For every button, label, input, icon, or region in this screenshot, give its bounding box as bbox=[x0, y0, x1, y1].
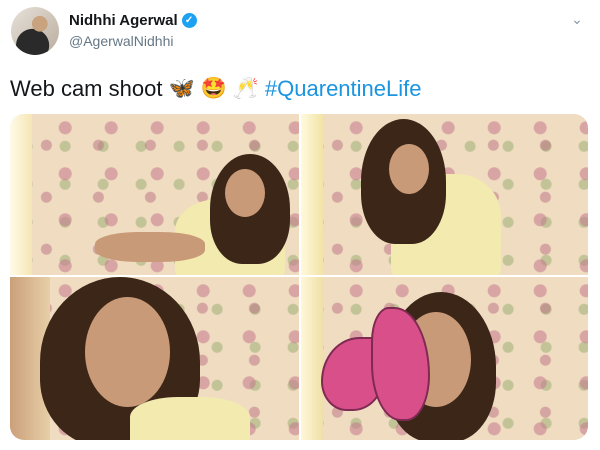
butterfly-emoji: 🦋 bbox=[168, 77, 195, 100]
tweet-text: Web cam shoot 🦋 🤩 🥂 #QuarentineLife bbox=[10, 76, 421, 102]
clinking-glasses-emoji: 🥂 bbox=[232, 77, 259, 100]
verified-badge-icon: ✓ bbox=[181, 13, 197, 28]
photo-2[interactable] bbox=[301, 114, 588, 275]
tweet-card: Nidhhi Agerwal ✓ @AgerwalNidhhi ⌄ Web ca… bbox=[0, 0, 600, 450]
hashtag-link[interactable]: #QuarentineLife bbox=[265, 76, 422, 102]
user-handle[interactable]: @AgerwalNidhhi bbox=[69, 33, 173, 49]
chevron-down-icon[interactable]: ⌄ bbox=[569, 11, 585, 27]
photo-4[interactable] bbox=[301, 277, 588, 440]
author-row: Nidhhi Agerwal ✓ bbox=[69, 12, 197, 29]
star-struck-emoji: 🤩 bbox=[200, 77, 227, 100]
display-name[interactable]: Nidhhi Agerwal bbox=[69, 12, 178, 29]
avatar[interactable] bbox=[11, 7, 59, 55]
photo-3[interactable] bbox=[10, 277, 299, 440]
photo-1[interactable] bbox=[10, 114, 299, 275]
tweet-body: Web cam shoot bbox=[10, 76, 163, 101]
media-grid bbox=[10, 114, 588, 440]
